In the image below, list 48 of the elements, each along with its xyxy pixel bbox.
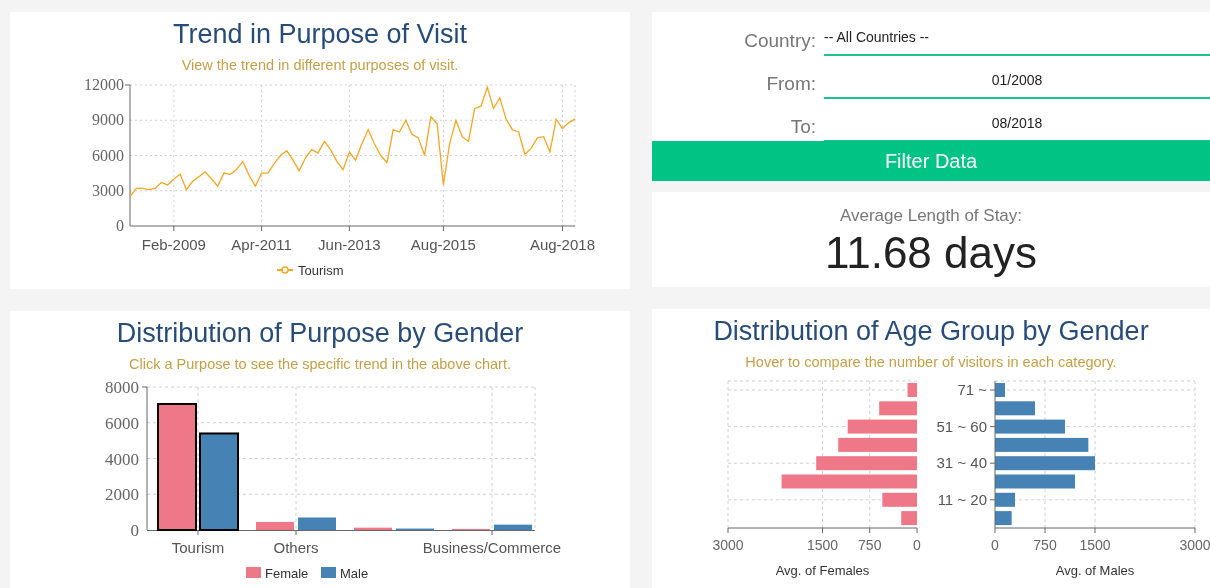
axis-tick-label: Aug-2015 bbox=[410, 236, 476, 253]
axis-tick-label: 3000 bbox=[1179, 536, 1210, 553]
axis-tick-label: 750 bbox=[858, 536, 882, 553]
axis-tick-label: 8000 bbox=[105, 378, 139, 397]
axis-tick-label: Apr-2011 bbox=[231, 236, 292, 253]
age-group-label: 51 ~ 60 bbox=[936, 417, 987, 435]
axis-tick-label: 0 bbox=[991, 536, 999, 553]
field-label: From: bbox=[765, 72, 817, 96]
axis-tick-label: 12000 bbox=[84, 79, 124, 93]
category-label[interactable]: Business/Commerce bbox=[422, 539, 562, 556]
axis-tick-label: 2000 bbox=[105, 485, 139, 505]
axis-tick-label: 1500 bbox=[806, 536, 839, 553]
axis-tick-label: 750 bbox=[1033, 536, 1057, 553]
axis-tick-label: Aug-2018 bbox=[529, 236, 595, 253]
axis-tick-label: 3000 bbox=[712, 536, 744, 553]
age-group-label: 11 ~ 20 bbox=[937, 490, 987, 508]
axis-tick-label: Jun-2013 bbox=[318, 236, 381, 253]
card-title: Trend in Purpose of Visit bbox=[172, 18, 468, 51]
axis-title: Avg. of Females bbox=[775, 562, 870, 578]
axis-tick-label: 0 bbox=[116, 217, 124, 234]
category-label[interactable]: Others bbox=[273, 539, 319, 556]
axis-tick-label: 0 bbox=[130, 521, 139, 540]
card-subtitle: View the trend in different purposes of visit. bbox=[181, 56, 459, 75]
axis-tick-label: 3000 bbox=[92, 181, 124, 199]
age-group-label: 31 ~ 40 bbox=[936, 454, 987, 472]
card-title: Distribution of Age Group by Gender bbox=[713, 314, 1149, 348]
axis-tick-label: Feb-2009 bbox=[141, 236, 206, 253]
card-subtitle: Hover to compare the number of visitors in each category. bbox=[745, 352, 1117, 372]
stat-value: 11.68 days bbox=[825, 228, 1037, 278]
legend-label[interactable]: Tourism bbox=[298, 263, 344, 278]
card-subtitle: Click a Purpose to see the specific trend in the above chart. bbox=[128, 355, 511, 374]
legend-label[interactable]: Female bbox=[265, 566, 309, 581]
axis-tick-label: 6000 bbox=[92, 146, 124, 164]
axis-tick-label: 1500 bbox=[1079, 536, 1111, 553]
card-title: Distribution of Purpose by Gender bbox=[116, 317, 524, 350]
age-group-label: 71 ~ bbox=[957, 380, 987, 398]
axis-tick-label: 4000 bbox=[105, 449, 139, 469]
legend-label[interactable]: Male bbox=[340, 566, 369, 581]
axis-tick-label: 0 bbox=[913, 536, 921, 553]
field-label: Country: bbox=[743, 29, 817, 53]
date-field[interactable]: 01/2008 bbox=[824, 69, 1210, 99]
country-select[interactable]: -- All Countries -- bbox=[824, 26, 1210, 56]
field-label: To: bbox=[789, 115, 817, 139]
stat-label: Average Length of Stay: bbox=[839, 205, 1023, 227]
category-label[interactable]: Tourism bbox=[171, 539, 225, 556]
axis-title: Avg. of Males bbox=[1055, 562, 1135, 578]
axis-tick-label: 9000 bbox=[92, 111, 124, 129]
axis-tick-label: 6000 bbox=[105, 413, 139, 433]
